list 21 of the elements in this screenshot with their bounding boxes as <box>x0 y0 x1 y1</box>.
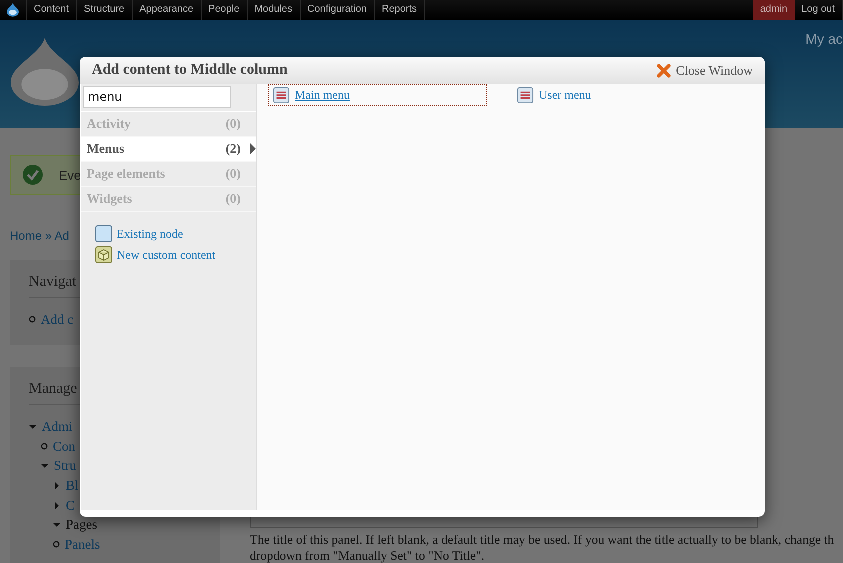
add-link[interactable]: Existing node <box>117 226 184 242</box>
menu-link[interactable]: Pages <box>66 517 98 534</box>
content-item[interactable]: User menu <box>512 84 731 106</box>
menu-link[interactable]: Con <box>53 438 76 455</box>
field-description: The title of this panel. If left blank, a default title may be used. If you want the title actually to be blank, change th <box>250 532 834 548</box>
menu-link[interactable]: Add c <box>41 312 74 328</box>
menu-link[interactable]: Admi <box>42 418 73 435</box>
close-button[interactable]: Close Window <box>657 62 753 78</box>
message-text: Eve <box>59 168 82 182</box>
field-description: dropdown from "Manually Set" to "No Title". <box>250 548 485 563</box>
breadcrumb[interactable]: Home » Ad <box>10 229 70 243</box>
menu-link[interactable]: Stru <box>54 458 77 474</box>
content-item[interactable]: Main menu <box>268 84 487 106</box>
menu-link[interactable]: C <box>66 498 76 514</box>
add-link[interactable]: New custom content <box>117 248 216 262</box>
menu-link[interactable]: Panels <box>65 536 100 553</box>
user-link[interactable]: admin <box>753 0 795 20</box>
modal-title: Add content to Middle column <box>92 62 288 79</box>
search-field[interactable]: menu <box>83 86 231 108</box>
category-tab[interactable]: Menus (2) <box>81 137 256 162</box>
account-link[interactable]: My ac <box>806 31 843 47</box>
